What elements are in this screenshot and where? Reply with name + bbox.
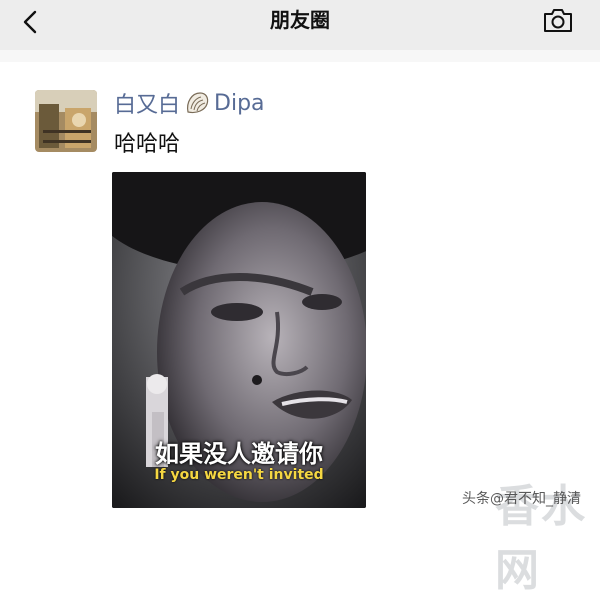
author-name[interactable]: 白又白 Dipa bbox=[114, 88, 265, 119]
post-text: 哈哈哈 bbox=[114, 132, 181, 157]
moments-feed: 白又白 Dipa 哈哈哈 如果没人邀请你 If you weren't invi… bbox=[0, 50, 600, 521]
shell-icon bbox=[187, 92, 209, 114]
top-navbar: 朋友圈 bbox=[0, 0, 600, 50]
feed-top-spacer bbox=[0, 50, 600, 62]
camera-icon[interactable] bbox=[542, 6, 574, 34]
avatar[interactable] bbox=[35, 90, 97, 152]
author-name-part1: 白又白 bbox=[114, 93, 181, 118]
video-subtitle-cn: 如果没人邀请你 bbox=[155, 440, 323, 468]
page-title: 朋友圈 bbox=[270, 8, 330, 32]
author-name-part2: Dipa bbox=[214, 90, 265, 116]
watermark-text: 头条@君不知_静清 bbox=[462, 491, 581, 507]
video-subtitle-en: If you weren't invited bbox=[154, 467, 324, 483]
video-thumbnail[interactable]: 如果没人邀请你 If you weren't invited bbox=[112, 172, 366, 508]
